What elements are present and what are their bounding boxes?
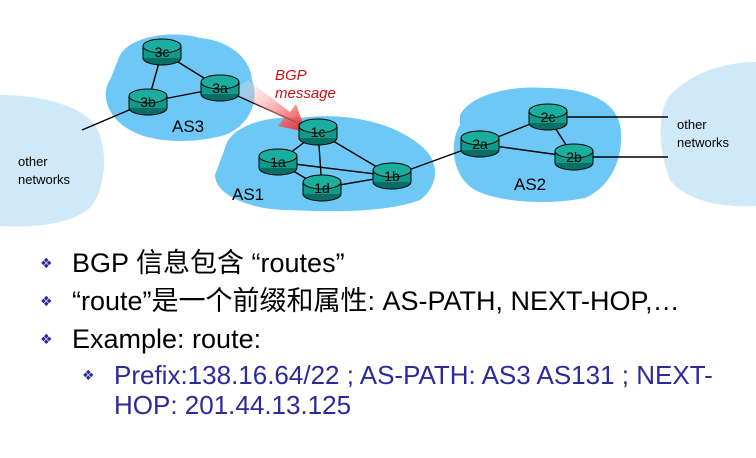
- other-networks-right-line2: networks: [677, 135, 730, 150]
- as3-label: AS3: [172, 117, 204, 136]
- router-3c-label: 3c: [155, 44, 170, 60]
- router-2a-label: 2a: [472, 136, 488, 152]
- router-2b: 2b: [554, 143, 594, 171]
- router-3a-label: 3a: [212, 80, 228, 96]
- router-3b-label: 3b: [140, 94, 156, 110]
- bullet-marker-icon: ❖: [40, 331, 53, 347]
- network-diagram: BGP message 3c 3b 3a 1c 1a 1d 1b 2a 2c 2…: [0, 34, 756, 227]
- router-3a: 3a: [200, 74, 240, 102]
- router-1b-label: 1b: [384, 168, 400, 184]
- route-example-text: Prefix:138.16.64/22 ; AS-PATH: AS3 AS131…: [114, 360, 713, 420]
- bullet-text-3: Example: route:: [72, 324, 262, 354]
- bullet-marker-icon: ❖: [40, 293, 53, 309]
- router-1c: 1c: [298, 118, 338, 146]
- router-2c-label: 2c: [541, 109, 556, 125]
- bullet-marker-icon: ❖: [40, 255, 53, 271]
- router-2a: 2a: [460, 130, 500, 158]
- bullet-list: ❖ BGP 信息包含 “routes” ❖ “route”是一个前缀和属性: A…: [40, 244, 750, 420]
- router-2c: 2c: [528, 103, 568, 131]
- router-1a: 1a: [258, 148, 298, 176]
- as1-label: AS1: [232, 185, 264, 204]
- router-1b: 1b: [372, 162, 412, 190]
- router-3b: 3b: [128, 88, 168, 116]
- bullet-item-3: ❖ Example: route:: [40, 320, 750, 358]
- bgp-message-label-line1: BGP: [275, 67, 307, 84]
- other-networks-left-cloud: [0, 95, 105, 227]
- router-2b-label: 2b: [566, 149, 582, 165]
- bullet-marker-icon: ❖: [82, 367, 95, 383]
- bullet-item-2: ❖ “route”是一个前缀和属性: AS-PATH, NEXT-HOP,…: [40, 282, 750, 320]
- router-1d: 1d: [302, 174, 342, 202]
- other-networks-right-line1: other: [677, 117, 707, 132]
- other-networks-left-line1: other: [18, 154, 48, 169]
- bullet-text-2: “route”是一个前缀和属性: AS-PATH, NEXT-HOP,…: [72, 286, 680, 316]
- bullet-text-1: BGP 信息包含 “routes”: [72, 248, 345, 278]
- router-1a-label: 1a: [270, 154, 286, 170]
- bullet-item-1: ❖ BGP 信息包含 “routes”: [40, 244, 750, 282]
- router-1c-label: 1c: [311, 124, 326, 140]
- router-1d-label: 1d: [314, 180, 330, 196]
- as2-label: AS2: [514, 175, 546, 194]
- bgp-message-label-line2: message: [275, 85, 336, 102]
- bullet-subitem: ❖ Prefix:138.16.64/22 ; AS-PATH: AS3 AS1…: [82, 360, 750, 420]
- router-3c: 3c: [142, 38, 182, 66]
- other-networks-left-line2: networks: [18, 172, 71, 187]
